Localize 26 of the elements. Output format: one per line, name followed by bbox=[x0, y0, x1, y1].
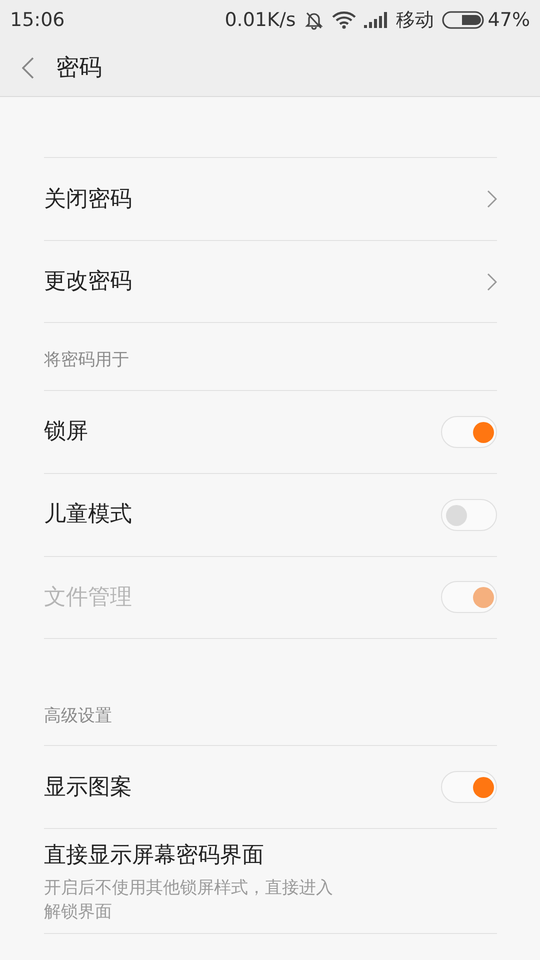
carrier-name: 移动 bbox=[396, 8, 434, 33]
page-title: 密码 bbox=[56, 54, 102, 83]
back-icon[interactable] bbox=[22, 57, 34, 79]
network-speed: 0.01K/s bbox=[224, 8, 296, 33]
battery-icon bbox=[442, 11, 484, 29]
setting-label: 文件管理 bbox=[44, 584, 132, 612]
signal-icon bbox=[364, 12, 388, 28]
settings-item[interactable]: 更改密码 bbox=[44, 240, 497, 323]
toggle-switch[interactable] bbox=[441, 416, 497, 448]
settings-item[interactable]: 关闭密码 bbox=[44, 157, 497, 240]
toggle-switch[interactable] bbox=[441, 771, 497, 803]
bell-muted-icon bbox=[304, 10, 324, 30]
section-header: 高级设置 bbox=[44, 704, 113, 728]
chevron-icon bbox=[487, 190, 497, 208]
clock-time: 15:06 bbox=[10, 8, 65, 33]
setting-label: 直接显示屏幕密码界面 bbox=[44, 842, 265, 870]
setting-description: 开启后不使用其他锁屏样式，直接进入 bbox=[44, 876, 333, 900]
setting-label: 儿童模式 bbox=[44, 501, 132, 529]
section-header: 将密码用于 bbox=[44, 349, 130, 372]
chevron-icon bbox=[487, 272, 497, 290]
toggle-switch[interactable] bbox=[441, 498, 497, 530]
wifi-icon bbox=[332, 11, 356, 29]
battery-level: 47% bbox=[488, 8, 530, 33]
setting-label: 锁屏 bbox=[44, 418, 88, 446]
setting-description: 解锁界面 bbox=[44, 900, 113, 924]
setting-label: 显示图案 bbox=[44, 774, 132, 802]
